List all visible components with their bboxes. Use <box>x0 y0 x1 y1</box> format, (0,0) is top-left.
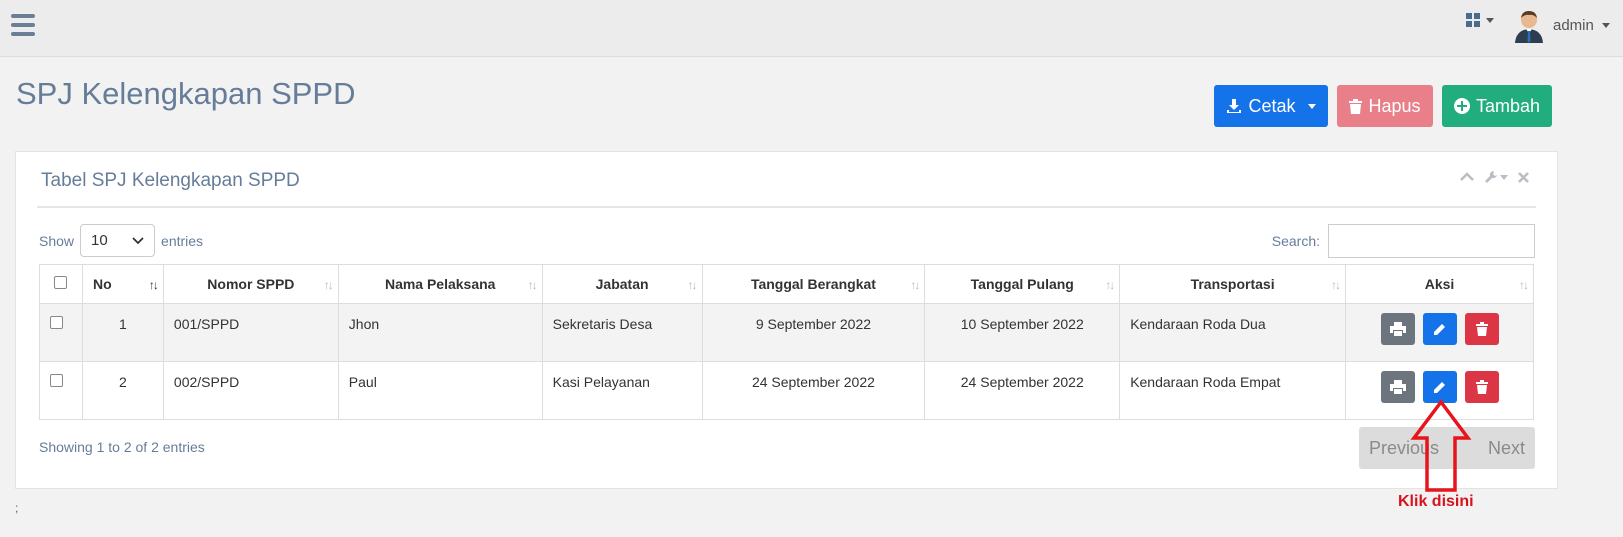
hapus-button-label: Hapus <box>1368 95 1421 116</box>
pencil-icon <box>1434 323 1445 335</box>
sort-icon: ↑↓ <box>910 278 920 292</box>
row-actions <box>1356 313 1523 345</box>
entries-length-control: Show 10 entries <box>39 224 203 257</box>
cell-no: 2 <box>81 361 164 420</box>
apps-menu-button[interactable] <box>1466 13 1494 27</box>
show-label: Show <box>39 232 75 249</box>
plus-circle-icon <box>1453 98 1470 114</box>
trash-icon <box>1349 98 1363 114</box>
sort-icon: ↑↓ <box>687 278 698 292</box>
pencil-icon <box>1434 381 1445 393</box>
table-row: 1 001/SPPD Jhon Sekretaris Desa 9 Septem… <box>39 303 1534 362</box>
menu-toggle-icon[interactable] <box>11 14 35 36</box>
trash-icon <box>1475 322 1488 336</box>
up-arrow-annotation <box>1410 399 1472 492</box>
grid-icon <box>1466 13 1480 27</box>
cell-no: 1 <box>81 303 164 362</box>
cetak-button-label: Cetak <box>1248 95 1296 116</box>
column-header-nama-pelaksana[interactable]: Nama Pelaksana ↑↓ <box>337 264 543 304</box>
stray-text: ; <box>15 501 19 515</box>
edit-button[interactable] <box>1422 313 1457 345</box>
search-control: Search: <box>1272 224 1535 258</box>
row-select-cell <box>39 361 83 420</box>
cell-tanggal-pulang: 24 September 2022 <box>924 361 1121 420</box>
select-all-checkbox[interactable] <box>54 276 68 289</box>
table-info: Showing 1 to 2 of 2 entries <box>39 439 205 455</box>
cell-nomor-sppd: 001/SPPD <box>162 303 339 362</box>
printer-icon <box>1389 380 1406 394</box>
column-header-aksi[interactable]: Aksi ↑↓ <box>1345 264 1534 304</box>
cell-aksi <box>1345 303 1534 362</box>
row-checkbox[interactable] <box>50 374 63 387</box>
chevron-up-icon[interactable] <box>1460 172 1474 182</box>
next-button[interactable]: Next <box>1488 438 1525 459</box>
column-header-jabatan[interactable]: Jabatan ↑↓ <box>541 264 703 304</box>
column-header-transportasi[interactable]: Transportasi ↑↓ <box>1119 264 1347 304</box>
row-checkbox[interactable] <box>50 316 63 329</box>
cell-transportasi: Kendaraan Roda Empat <box>1119 361 1347 420</box>
entries-label: entries <box>161 232 204 249</box>
tambah-button-label: Tambah <box>1475 95 1541 116</box>
sort-asc-icon: ↑↓ <box>148 278 159 292</box>
entries-select-value: 10 <box>91 232 108 249</box>
chevron-down-icon <box>1307 103 1316 109</box>
download-icon <box>1227 99 1242 113</box>
chevron-down-icon <box>132 236 144 244</box>
chevron-down-icon <box>1500 174 1508 180</box>
sort-icon: ↑↓ <box>323 278 334 292</box>
tambah-button[interactable]: Tambah <box>1442 85 1552 127</box>
cell-nama-pelaksana: Jhon <box>337 303 543 362</box>
user-name: admin <box>1553 17 1594 34</box>
cell-transportasi: Kendaraan Roda Dua <box>1119 303 1347 362</box>
chevron-down-icon <box>1601 23 1610 28</box>
sort-icon: ↑↓ <box>1105 278 1115 292</box>
avatar[interactable] <box>1513 9 1545 43</box>
table-row: 2 002/SPPD Paul Kasi Pelayanan 24 Septem… <box>39 361 1534 420</box>
cell-jabatan: Kasi Pelayanan <box>541 361 703 420</box>
entries-select[interactable]: 10 <box>80 224 156 257</box>
sort-icon: ↑↓ <box>527 278 538 292</box>
print-button[interactable] <box>1380 313 1415 345</box>
printer-icon <box>1389 322 1406 336</box>
sort-icon: ↑↓ <box>1519 278 1529 292</box>
row-select-cell <box>39 303 83 362</box>
close-icon[interactable] <box>1518 171 1529 183</box>
search-input[interactable] <box>1328 224 1535 258</box>
wrench-menu-button[interactable] <box>1484 170 1508 184</box>
table-header-row: No ↑↓ Nomor SPPD ↑↓ Nama Pelaksana ↑↓ Jabat… <box>39 264 1534 304</box>
cell-tanggal-pulang: 10 September 2022 <box>924 303 1121 362</box>
hapus-button[interactable]: Hapus <box>1337 85 1433 127</box>
sort-icon: ↑↓ <box>1331 278 1341 292</box>
column-header-nomor-sppd[interactable]: Nomor SPPD ↑↓ <box>162 264 339 304</box>
search-label: Search: <box>1271 233 1320 249</box>
chevron-down-icon <box>1486 17 1494 23</box>
column-header-no[interactable]: No ↑↓ <box>81 264 164 304</box>
cell-nama-pelaksana: Paul <box>337 361 543 420</box>
cell-nomor-sppd: 002/SPPD <box>162 361 339 420</box>
column-header-tanggal-berangkat[interactable]: Tanggal Berangkat ↑↓ <box>701 264 926 304</box>
user-menu[interactable]: admin <box>1553 17 1610 34</box>
delete-button[interactable] <box>1464 313 1499 345</box>
trash-icon <box>1475 380 1488 394</box>
cetak-button[interactable]: Cetak <box>1214 85 1328 127</box>
page-title: SPJ Kelengkapan SPPD <box>16 76 356 111</box>
panel-title: Tabel SPJ Kelengkapan SPPD <box>41 170 300 191</box>
wrench-icon <box>1485 171 1497 183</box>
panel-tools <box>1460 170 1529 184</box>
cell-tanggal-berangkat: 9 September 2022 <box>701 303 926 362</box>
select-all-cell <box>39 264 83 304</box>
spj-table: No ↑↓ Nomor SPPD ↑↓ Nama Pelaksana ↑↓ Jabat… <box>39 264 1534 420</box>
panel-divider <box>37 206 1536 208</box>
top-navbar: admin <box>0 0 1623 57</box>
annotation-label: Klik disini <box>1398 493 1474 510</box>
cell-jabatan: Sekretaris Desa <box>541 303 703 362</box>
table-panel: Tabel SPJ Kelengkapan SPPD Show 10 entri… <box>15 151 1558 489</box>
cell-tanggal-berangkat: 24 September 2022 <box>701 361 926 420</box>
column-header-tanggal-pulang[interactable]: Tanggal Pulang ↑↓ <box>924 264 1121 304</box>
